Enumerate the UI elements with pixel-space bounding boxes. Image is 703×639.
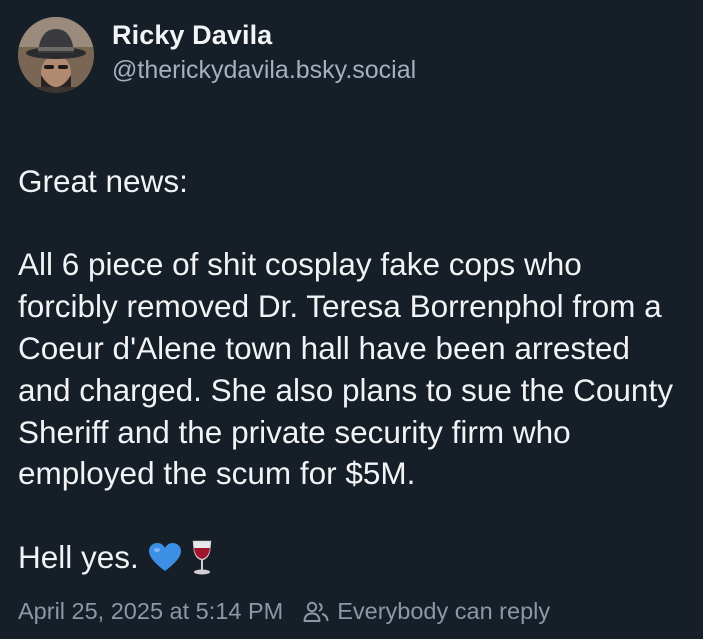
post-header: Ricky Davila @therickydavila.bsky.social bbox=[18, 16, 685, 94]
avatar[interactable] bbox=[18, 17, 94, 93]
post-text: All 6 piece of shit cosplay fake cops wh… bbox=[18, 246, 673, 492]
reply-setting[interactable]: Everybody can reply bbox=[337, 598, 550, 625]
closing-text: Hell yes. bbox=[18, 539, 139, 576]
display-name[interactable]: Ricky Davila bbox=[112, 18, 416, 52]
post-timestamp[interactable]: April 25, 2025 at 5:14 PM bbox=[18, 598, 283, 625]
people-icon bbox=[303, 601, 329, 623]
post-closing: Hell yes. bbox=[18, 537, 685, 579]
user-handle[interactable]: @therickydavila.bsky.social bbox=[112, 54, 416, 86]
avatar-image bbox=[18, 17, 94, 93]
post-card: Ricky Davila @therickydavila.bsky.social… bbox=[0, 0, 703, 639]
post-greeting: Great news: bbox=[18, 162, 188, 199]
post-body: Great news: All 6 piece of shit cosplay … bbox=[18, 119, 685, 621]
author-identity: Ricky Davila @therickydavila.bsky.social bbox=[112, 20, 416, 86]
post-footer: April 25, 2025 at 5:14 PM Everybody can … bbox=[18, 598, 550, 625]
